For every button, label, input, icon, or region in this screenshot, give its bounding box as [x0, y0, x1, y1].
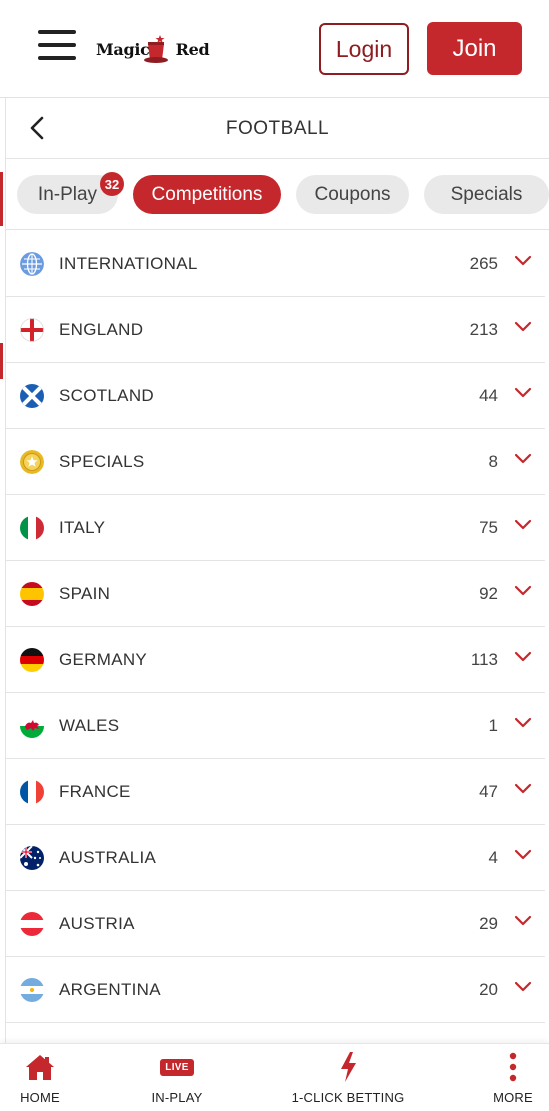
flag-argentina-icon	[20, 978, 44, 1002]
chevron-down-icon[interactable]	[514, 453, 532, 465]
logo-text-magic: Magic	[96, 40, 150, 59]
competition-label: ENGLAND	[59, 320, 144, 339]
competition-label: SPECIALS	[59, 452, 145, 471]
live-icon: LIVE	[160, 1058, 194, 1076]
nav-one-click-betting-label: 1-CLICK BETTING	[291, 1090, 405, 1105]
list-item[interactable]: ARGENTINA 20	[6, 957, 545, 1023]
list-item[interactable]: ITALY 75	[6, 495, 545, 561]
page-title: FOOTBALL	[225, 118, 330, 139]
chevron-down-icon[interactable]	[514, 717, 532, 729]
chevron-down-icon[interactable]	[514, 387, 532, 399]
logo-text-red: Red	[175, 40, 210, 59]
more-vertical-icon	[509, 1052, 517, 1082]
competition-label: AUSTRIA	[59, 914, 135, 933]
chevron-down-icon[interactable]	[514, 519, 532, 531]
flag-scotland-icon	[20, 384, 44, 408]
flag-wales-icon	[20, 714, 44, 738]
competition-label: WALES	[59, 716, 120, 735]
logo[interactable]: Magic Red	[96, 34, 210, 66]
in-play-count-badge: 32	[100, 172, 124, 196]
competition-count: 265	[469, 254, 498, 273]
competition-label: INTERNATIONAL	[59, 254, 198, 273]
nav-home-label: HOME	[20, 1090, 60, 1105]
chevron-down-icon[interactable]	[514, 981, 532, 993]
star-coin-icon	[20, 450, 44, 474]
flag-england-icon	[20, 318, 44, 342]
tab-bar: In-Play Competitions Coupons Specials	[6, 159, 549, 230]
nav-more[interactable]: MORE	[488, 1044, 538, 1111]
home-icon	[26, 1055, 54, 1080]
competition-count: 44	[479, 386, 498, 405]
flag-italy-icon	[20, 516, 44, 540]
nav-in-play[interactable]: LIVE IN-PLAY	[137, 1044, 217, 1111]
list-item[interactable]: ENGLAND 213	[6, 297, 545, 363]
chevron-down-icon[interactable]	[514, 651, 532, 663]
tab-competitions[interactable]: Competitions	[133, 175, 281, 214]
login-button[interactable]: Login	[319, 23, 409, 75]
competition-label: SCOTLAND	[59, 386, 154, 405]
list-item[interactable]: GERMANY 113	[6, 627, 545, 693]
chevron-down-icon[interactable]	[514, 915, 532, 927]
competition-count: 29	[479, 914, 498, 933]
lightning-bolt-icon	[341, 1052, 356, 1082]
competition-label: GERMANY	[59, 650, 148, 669]
edge-accent	[0, 343, 3, 379]
bottom-navigation: HOME LIVE IN-PLAY 1-CLICK BETTING MORE	[0, 1043, 549, 1111]
competition-count: 213	[469, 320, 498, 339]
flag-spain-icon	[20, 582, 44, 606]
competition-count: 47	[479, 782, 498, 801]
magic-hat-icon	[144, 35, 168, 63]
list-item[interactable]: WALES 1	[6, 693, 545, 759]
nav-more-label: MORE	[493, 1090, 533, 1105]
list-item[interactable]: FRANCE 47	[6, 759, 545, 825]
chevron-down-icon[interactable]	[514, 255, 532, 267]
nav-home[interactable]: HOME	[10, 1044, 70, 1111]
chevron-down-icon[interactable]	[514, 321, 532, 333]
competition-list: INTERNATIONAL 265 ENGLAND 213 SCOTLAND 4…	[6, 231, 545, 1023]
nav-one-click-betting[interactable]: 1-CLICK BETTING	[288, 1044, 408, 1111]
competition-count: 8	[488, 452, 498, 471]
tab-coupons[interactable]: Coupons	[296, 175, 409, 214]
competition-count: 75	[479, 518, 498, 537]
competition-count: 92	[479, 584, 498, 603]
competition-label: SPAIN	[59, 584, 111, 603]
list-item[interactable]: AUSTRALIA 4	[6, 825, 545, 891]
list-item[interactable]: SPECIALS 8	[6, 429, 545, 495]
chevron-down-icon[interactable]	[514, 783, 532, 795]
competition-count: 113	[470, 650, 498, 669]
edge-accent	[0, 172, 3, 226]
flag-germany-icon	[20, 648, 44, 672]
competition-count: 20	[479, 980, 498, 999]
globe-icon	[20, 252, 44, 276]
list-item[interactable]: INTERNATIONAL 265	[6, 231, 545, 297]
list-item[interactable]: SCOTLAND 44	[6, 363, 545, 429]
flag-austria-icon	[20, 912, 44, 936]
competition-label: FRANCE	[59, 782, 131, 801]
chevron-down-icon[interactable]	[514, 585, 532, 597]
chevron-down-icon[interactable]	[514, 849, 532, 861]
app-header: Magic Red Login Join	[0, 0, 549, 98]
competition-label: ITALY	[59, 518, 106, 537]
competition-count: 4	[488, 848, 498, 867]
flag-france-icon	[20, 780, 44, 804]
competition-count: 1	[488, 716, 498, 735]
flag-australia-icon	[20, 846, 44, 870]
competition-label: ARGENTINA	[59, 980, 161, 999]
sport-title-bar: FOOTBALL	[6, 98, 549, 159]
tab-specials[interactable]: Specials	[424, 175, 549, 214]
list-item[interactable]: SPAIN 92	[6, 561, 545, 627]
list-item[interactable]: AUSTRIA 29	[6, 891, 545, 957]
competition-label: AUSTRALIA	[59, 848, 157, 867]
join-button[interactable]: Join	[427, 22, 522, 75]
page: Magic Red Login Join FOOTBALL In-Play Com…	[0, 0, 549, 1111]
nav-in-play-label: IN-PLAY	[151, 1090, 203, 1105]
hamburger-menu-icon[interactable]	[38, 30, 76, 64]
